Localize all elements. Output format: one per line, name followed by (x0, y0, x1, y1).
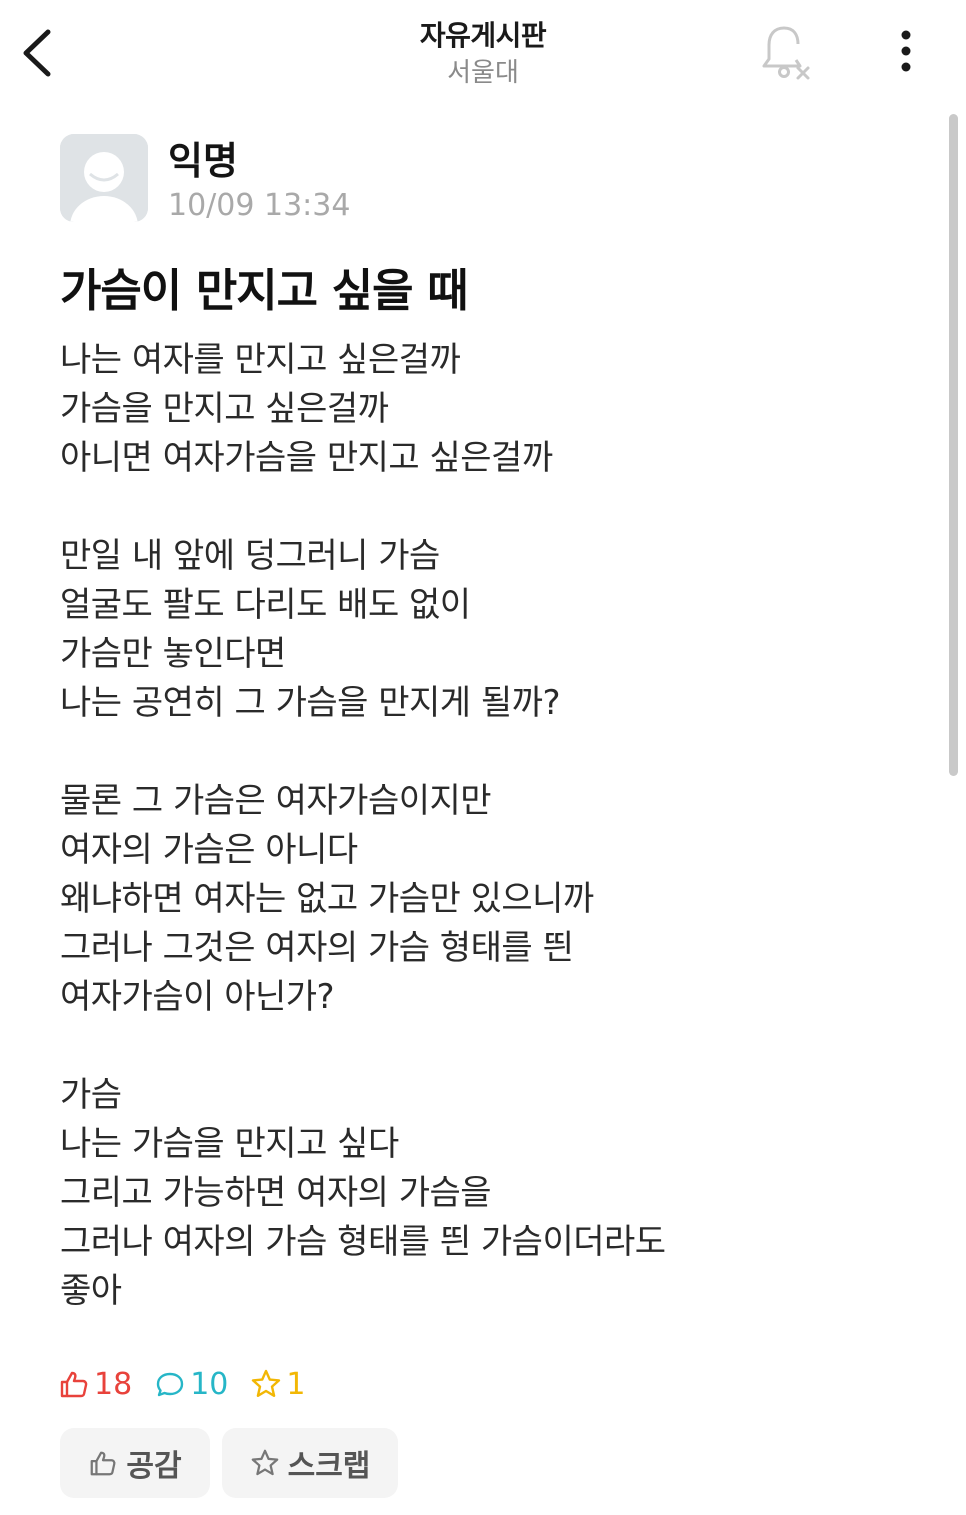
post-body-line: 가슴 (60, 1075, 122, 1115)
top-nav-bar: 자유게시판 서울대 (0, 0, 966, 100)
anonymous-user-icon (60, 134, 148, 222)
scrap-count-value: 1 (286, 1366, 306, 1402)
more-options-button[interactable] (882, 22, 930, 82)
board-title: 자유게시판 (419, 19, 547, 52)
post-body-line: 여자가슴이 아닌가? (60, 977, 335, 1017)
post-body-line: 왜냐하면 여자는 없고 가슴만 있으니까 (60, 879, 594, 919)
author-name: 익명 (168, 139, 238, 183)
bell-off-icon (762, 26, 810, 80)
post-body-line: 가슴만 놓인다면 (60, 634, 286, 674)
post-body-line: 아니면 여자가슴을 만지고 싶은걸까 (60, 438, 553, 478)
post-body-line: 여자의 가슴은 아니다 (60, 830, 358, 870)
post-title: 가슴이 만지고 싶을 때 (60, 264, 469, 317)
scrap-button-label: 스크랩 (287, 1449, 371, 1484)
post-body-line: 좋아 (60, 1271, 122, 1311)
avatar (60, 134, 148, 222)
post-body-line: 그리고 가능하면 여자의 가슴을 (60, 1173, 492, 1213)
post-body-line: 얼굴도 팔도 다리도 배도 없이 (60, 585, 471, 625)
post-body: 나는 여자를 만지고 싶은걸까 가슴을 만지고 싶은걸까 아니면 여자가슴을 만… (60, 336, 920, 1316)
post-body-line: 나는 가슴을 만지고 싶다 (60, 1124, 399, 1164)
comment-count: 10 (154, 1367, 228, 1402)
star-icon (252, 1369, 281, 1397)
scrollbar[interactable] (949, 114, 958, 776)
like-button-label: 공감 (126, 1449, 182, 1484)
post-body-line: 그러나 여자의 가슴 형태를 띈 가슴이더라도 (60, 1222, 666, 1262)
scrap-count: 1 (250, 1367, 305, 1402)
post-timestamp: 10/09 13:34 (168, 188, 351, 223)
post-body-line: 그러나 그것은 여자의 가슴 형태를 띈 (60, 928, 574, 968)
speech-bubble-icon (156, 1372, 184, 1397)
post-body-line: 만일 내 앞에 덩그러니 가슴 (60, 536, 440, 576)
post-body-line: 나는 공연히 그 가슴을 만지게 될까? (60, 683, 561, 723)
star-icon (251, 1449, 278, 1476)
thumbs-up-icon (91, 1451, 116, 1476)
notification-toggle-button[interactable] (752, 20, 816, 84)
post-body-line: 물론 그 가슴은 여자가슴이지만 (60, 781, 492, 821)
post-body-line: 나는 여자를 만지고 싶은걸까 (60, 340, 461, 380)
like-count: 18 (58, 1367, 132, 1402)
post-body-line: 가슴을 만지고 싶은걸까 (60, 389, 389, 429)
like-count-value: 18 (94, 1366, 133, 1402)
scrap-button[interactable]: 스크랩 (222, 1428, 398, 1498)
like-button[interactable]: 공감 (60, 1428, 210, 1498)
comment-count-value: 10 (190, 1366, 229, 1402)
post-stats: 18 10 1 (58, 1362, 327, 1406)
more-vertical-icon (901, 30, 911, 72)
thumbs-up-icon (60, 1371, 88, 1398)
school-name: 서울대 (447, 58, 519, 88)
